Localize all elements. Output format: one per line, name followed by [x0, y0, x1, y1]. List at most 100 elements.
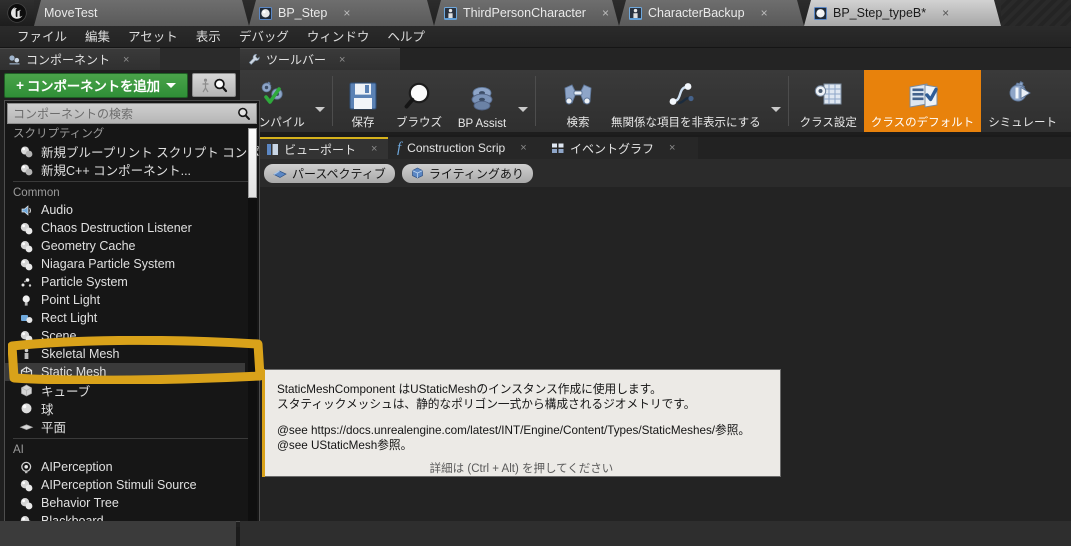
list-item[interactable]: Point Light: [5, 291, 259, 309]
simulate-button[interactable]: シミュレート: [981, 70, 1064, 132]
tab-close-icon[interactable]: ×: [761, 6, 768, 20]
tab-close-icon[interactable]: ×: [669, 142, 675, 154]
menu-item-asset[interactable]: アセット: [119, 26, 187, 48]
lit-label: ライティングあり: [428, 166, 524, 181]
list-item[interactable]: キューブ: [5, 381, 259, 399]
list-item-label: Geometry Cache: [41, 239, 136, 253]
blueprint-component-icon: [21, 146, 33, 157]
list-item[interactable]: Geometry Cache: [5, 237, 259, 255]
list-item-label: 新規C++ コンポーネント...: [41, 163, 192, 178]
tooltip-accent-bar: [262, 369, 265, 477]
panel-tab-close-icon[interactable]: ×: [339, 54, 345, 66]
tab-viewport[interactable]: ビューポート ×: [258, 137, 388, 159]
component-search-field[interactable]: コンポーネントの検索: [7, 103, 257, 124]
blueprint-toolbar: コンパイル 保存 ブラウズ BP Assist 検索 無関係な項目を非表示にする…: [240, 70, 1071, 132]
menu-item-edit[interactable]: 編集: [76, 26, 119, 48]
class-defaults-button[interactable]: クラスのデフォルト: [863, 70, 982, 132]
tab-bar-filler: [1001, 0, 1071, 26]
list-item[interactable]: Skeletal Mesh: [5, 345, 259, 363]
section-header-scripting: スクリプティング: [13, 128, 105, 140]
component-sphere-icon: [20, 222, 33, 234]
component-sphere-icon: [20, 515, 32, 521]
add-component-button[interactable]: + コンポーネントを追加: [4, 72, 188, 98]
menu-item-file[interactable]: ファイル: [8, 26, 76, 48]
compile-gears-check-icon: [256, 79, 296, 113]
list-item[interactable]: Chaos Destruction Listener: [5, 219, 259, 237]
tab-event-graph[interactable]: イベントグラフ ×: [543, 137, 698, 159]
tab-close-icon[interactable]: ×: [942, 6, 949, 20]
save-floppy-icon: [347, 79, 379, 113]
window-tab-bp-step[interactable]: BP_Step ×: [249, 0, 434, 26]
class-settings-button[interactable]: クラス設定: [793, 70, 864, 132]
list-item[interactable]: Rect Light: [5, 309, 259, 327]
list-item-label: Audio: [41, 203, 73, 217]
dropdown-scrollbar-thumb[interactable]: [248, 128, 257, 198]
tooltip-line-3: @see https://docs.unrealengine.com/lates…: [277, 424, 751, 437]
list-item[interactable]: 平面: [5, 417, 259, 435]
sphere-icon: [21, 402, 32, 413]
tab-label: BP_Step: [278, 6, 328, 20]
tab-close-icon[interactable]: ×: [602, 6, 609, 20]
list-item[interactable]: Audio: [5, 201, 259, 219]
list-item-static-mesh[interactable]: Static Mesh: [5, 363, 245, 381]
window-tab-movetest[interactable]: MoveTest: [34, 0, 249, 26]
tab-label: Construction Scrip: [407, 141, 506, 155]
search-magnifier-icon: [214, 78, 228, 92]
list-item[interactable]: Behavior Tree: [5, 494, 259, 512]
panel-tab-components[interactable]: コンポーネント ×: [0, 48, 160, 70]
add-component-dropdown: コンポーネントの検索 スクリプティング 新規ブループリント スクリプト コンポー…: [4, 100, 260, 522]
tab-close-icon[interactable]: ×: [371, 143, 377, 155]
bp-assist-dropdown-arrow[interactable]: [515, 70, 531, 132]
tab-close-icon[interactable]: ×: [343, 6, 350, 20]
panel-tab-label: コンポーネント: [26, 53, 111, 67]
menu-item-view[interactable]: 表示: [187, 26, 230, 48]
save-label: 保存: [351, 117, 375, 129]
toolbar-separator: [332, 76, 333, 126]
tab-construction-script[interactable]: f Construction Scrip ×: [388, 137, 543, 159]
list-item-label: 新規ブループリント スクリプト コンポー...: [41, 145, 259, 160]
blueprint-sphere-icon: [259, 7, 272, 20]
save-button[interactable]: 保存: [337, 70, 389, 132]
window-tab-bp-step-typeb[interactable]: BP_Step_typeB* ×: [804, 0, 1001, 26]
bp-assist-button[interactable]: BP Assist: [449, 70, 515, 132]
list-item[interactable]: 新規ブループリント スクリプト コンポー...: [5, 142, 259, 160]
list-item[interactable]: Particle System: [5, 273, 259, 291]
panel-tab-toolbar[interactable]: ツールバー ×: [240, 48, 400, 70]
list-item[interactable]: Niagara Particle System: [5, 255, 259, 273]
window-tab-thirdpersoncharacter[interactable]: ThirdPersonCharacter ×: [434, 0, 619, 26]
component-list[interactable]: スクリプティング 新規ブループリント スクリプト コンポー... 新規C++ コ…: [5, 126, 259, 521]
toolbar-separator: [787, 76, 789, 126]
component-sphere-icon: [20, 479, 33, 491]
hide-unrelated-dropdown-arrow[interactable]: [768, 70, 784, 132]
list-item[interactable]: Scene: [5, 327, 259, 345]
list-item[interactable]: AIPerception Stimuli Source: [5, 476, 259, 494]
tab-label: BP_Step_typeB*: [833, 6, 927, 20]
lit-mode-button[interactable]: ライティングあり: [401, 163, 533, 183]
find-button[interactable]: 検索: [552, 70, 604, 132]
hide-unrelated-label: 無関係な項目を非表示にする: [611, 117, 761, 129]
wrench-icon: [248, 54, 260, 65]
list-item[interactable]: AIPerception: [5, 458, 259, 476]
browse-button[interactable]: ブラウズ: [389, 70, 449, 132]
list-item[interactable]: Blackboard: [5, 512, 259, 521]
list-item-label: Chaos Destruction Listener: [41, 221, 192, 235]
panel-tab-close-icon[interactable]: ×: [123, 54, 129, 66]
list-item-label: キューブ: [41, 384, 91, 399]
tree-search-toggle-button[interactable]: [192, 73, 236, 97]
hide-unrelated-button[interactable]: 無関係な項目を非表示にする: [604, 70, 768, 132]
menu-item-debug[interactable]: デバッグ: [230, 26, 298, 48]
window-tab-characterbackup[interactable]: CharacterBackup ×: [619, 0, 804, 26]
component-sphere-icon: [20, 258, 33, 270]
panel-tab-strip: コンポーネント × ツールバー ×: [0, 48, 1071, 70]
list-item[interactable]: 新規C++ コンポーネント...: [5, 160, 259, 178]
function-f-icon: f: [397, 139, 402, 156]
list-item[interactable]: 球: [5, 399, 259, 417]
list-item-label: Static Mesh: [41, 365, 107, 379]
add-component-plus: +: [16, 77, 24, 93]
menu-item-help[interactable]: ヘルプ: [378, 26, 434, 48]
compile-dropdown-arrow[interactable]: [312, 70, 328, 132]
perspective-mode-button[interactable]: パースペクティブ: [264, 163, 395, 183]
menu-item-window[interactable]: ウィンドウ: [298, 26, 379, 48]
tab-close-icon[interactable]: ×: [520, 142, 526, 154]
list-item-label: Scene: [41, 329, 77, 343]
